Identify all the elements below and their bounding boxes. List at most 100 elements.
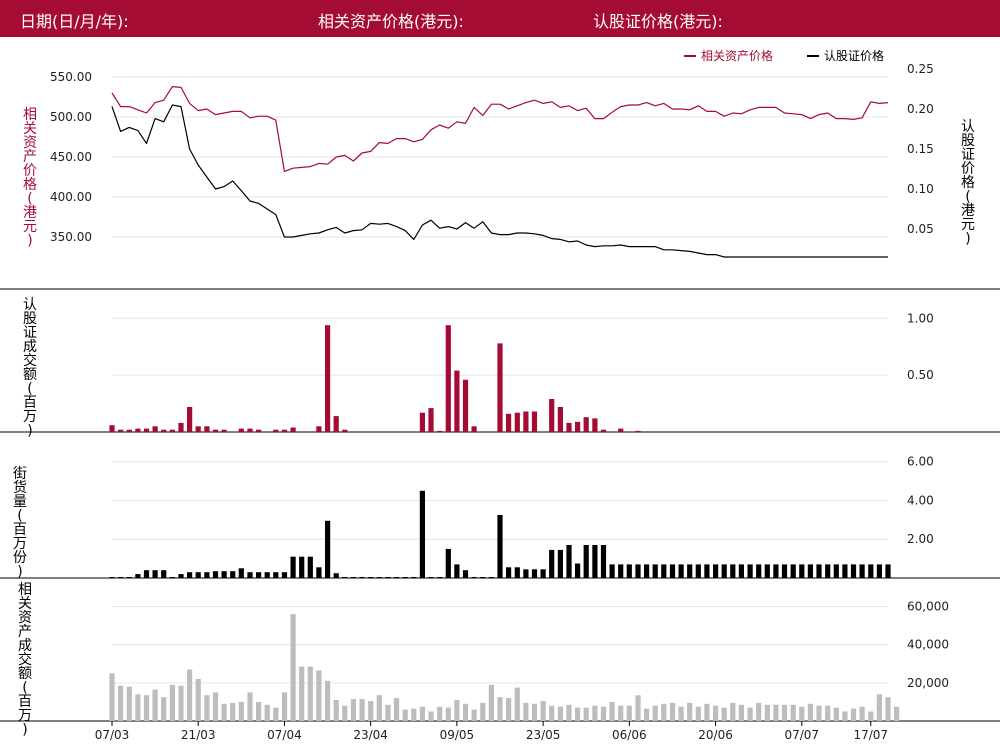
outstanding-quantity-bar bbox=[531, 569, 538, 578]
outstanding-quantity-bar bbox=[316, 567, 322, 578]
warrant-price-line bbox=[111, 104, 888, 258]
underlying-turnover-bar bbox=[531, 703, 538, 721]
underlying-turnover-bar bbox=[161, 697, 167, 721]
outstanding-quantity-bar bbox=[695, 564, 701, 578]
underlying-turnover-bar bbox=[462, 703, 469, 721]
underlying-turnover-bar bbox=[523, 702, 529, 721]
outstanding-quantity-bar bbox=[488, 577, 494, 578]
underlying-turnover-bar bbox=[885, 697, 891, 721]
underlying-turnover-bar bbox=[325, 680, 331, 721]
warrant-turnover-bar bbox=[428, 408, 434, 432]
outstanding-tick-label: 6.00 bbox=[907, 455, 934, 469]
outstanding-quantity-bar bbox=[212, 571, 219, 578]
underlying-turnover-bar bbox=[756, 702, 762, 721]
warrant-turnover-bar bbox=[195, 426, 201, 432]
underlying-turnover-bar bbox=[299, 666, 305, 721]
underlying-turnover-bar bbox=[600, 706, 607, 721]
outstanding-quantity-bar bbox=[764, 564, 770, 578]
underlying-turnover-bar bbox=[592, 705, 598, 721]
warrant-turnover-bar bbox=[635, 430, 641, 432]
warrant-turnover-bar bbox=[187, 407, 193, 432]
underlying-turnover-bar bbox=[195, 679, 201, 721]
outstanding-quantity-bar bbox=[204, 572, 210, 578]
outstanding-quantity-bar bbox=[230, 571, 236, 578]
underlying-turnover-bar bbox=[143, 695, 150, 721]
outstanding-quantity-bar bbox=[566, 545, 572, 578]
warrant-turnover-bar bbox=[333, 416, 339, 432]
outstanding-quantity-bar bbox=[807, 564, 813, 578]
outstanding-quantity-bar bbox=[825, 564, 831, 578]
outstanding-quantity-bar bbox=[635, 564, 641, 578]
warrant-turnover-bar bbox=[212, 429, 219, 432]
outstanding-quantity-bar bbox=[661, 564, 667, 578]
underlying-turnover-bar bbox=[850, 708, 857, 721]
outstanding-quantity-bar bbox=[816, 564, 822, 578]
underlying-turnover-bar bbox=[247, 692, 253, 721]
underlying-turnover-bar bbox=[790, 704, 796, 721]
left-price-tick-label: 450.00 bbox=[50, 150, 92, 164]
underlying-turnover-bar bbox=[109, 673, 115, 721]
underlying-turnover-bar bbox=[876, 694, 882, 721]
underlying-turnover-bar bbox=[497, 697, 503, 721]
outstanding-quantity-bar bbox=[756, 564, 762, 578]
outstanding-quantity-bar bbox=[842, 564, 848, 578]
underlying-turnover-bar bbox=[669, 702, 676, 721]
underlying-turnover-bar bbox=[644, 708, 650, 721]
outstanding-quantity-bar bbox=[273, 572, 279, 578]
warrant-turnover-bar bbox=[135, 428, 141, 432]
x-axis-date-label: 23/05 bbox=[526, 728, 561, 742]
legend-underlying-label: 相关资产价格 bbox=[701, 48, 773, 63]
underlying-turnover-bar bbox=[152, 689, 158, 721]
outstanding-quantity-bar bbox=[687, 564, 693, 578]
underlying-turnover-bar bbox=[454, 700, 460, 721]
underlying-turnover-bar bbox=[583, 707, 589, 721]
underlying-turnover-bar bbox=[264, 704, 270, 721]
outstanding-quantity-bar bbox=[704, 564, 710, 578]
outstanding-quantity-bar bbox=[514, 567, 520, 578]
outstanding-quantity-bar bbox=[850, 564, 857, 578]
outstanding-tick-label: 4.00 bbox=[907, 493, 934, 507]
date-label: 日期(日/月/年): bbox=[20, 12, 129, 31]
underlying-turnover-bar bbox=[713, 705, 719, 721]
outstanding-quantity-bar bbox=[359, 577, 365, 578]
underlying-turnover-bar bbox=[635, 695, 641, 721]
turnover-tick-label: 0.50 bbox=[907, 368, 934, 382]
warrant-turnover-bar bbox=[290, 427, 296, 432]
legend: 相关资产价格 认股证价格 bbox=[684, 48, 884, 63]
underlying-turnover-bar bbox=[747, 707, 753, 721]
underlying-turnover-bar bbox=[393, 698, 400, 721]
outstanding-quantity-bar bbox=[480, 577, 486, 578]
warrant-turnover-bar bbox=[109, 425, 115, 432]
underlying-turnover-bar bbox=[609, 701, 615, 721]
outstanding-quantity-bar bbox=[307, 556, 313, 578]
chart-labels: 550.00 500.00 450.00 400.00 350.00 0.25 0.20 0.… bbox=[13, 62, 975, 742]
underlying-turnover-bar bbox=[437, 706, 443, 721]
x-axis-date-label: 07/03 bbox=[95, 728, 130, 742]
underlying-turnover-bar bbox=[833, 707, 839, 721]
outstanding-quantity-bar bbox=[721, 564, 727, 578]
outstanding-quantity-bar bbox=[402, 577, 408, 578]
outstanding-quantity-bar bbox=[247, 572, 253, 578]
outstanding-quantity-bar bbox=[583, 545, 589, 578]
underlying-turnover-bar bbox=[238, 701, 244, 721]
underlying-turnover-bar bbox=[730, 702, 736, 721]
underlying-turnover-bar bbox=[316, 670, 322, 721]
x-axis-date-label: 17/07 bbox=[853, 728, 888, 742]
outstanding-quantity-bar bbox=[781, 564, 788, 578]
underlying-turnover-bar bbox=[419, 706, 425, 721]
underlying-turnover-bar bbox=[273, 707, 279, 721]
warrant-chart[interactable]: 550.00 500.00 450.00 400.00 350.00 0.25 0.20 0.… bbox=[0, 37, 1000, 751]
outstanding-quantity-bar bbox=[523, 569, 529, 578]
warrant-turnover-bar bbox=[583, 417, 589, 432]
underlying-turnover-bar bbox=[721, 707, 727, 721]
outstanding-quantity-bar bbox=[195, 572, 201, 578]
outstanding-quantity-bar bbox=[333, 573, 339, 578]
outstanding-quantity-bar bbox=[342, 577, 348, 578]
warrant-turnover-bar bbox=[118, 429, 124, 432]
underlying-turnover-bar bbox=[738, 704, 744, 721]
warrant-turnover-bar bbox=[273, 429, 279, 432]
warrant-price-axis-label: ) bbox=[965, 231, 970, 247]
underlying-turnover-bar bbox=[428, 711, 434, 721]
warrant-turnover-bar bbox=[557, 407, 563, 432]
warrant-turnover-bar bbox=[419, 412, 425, 432]
